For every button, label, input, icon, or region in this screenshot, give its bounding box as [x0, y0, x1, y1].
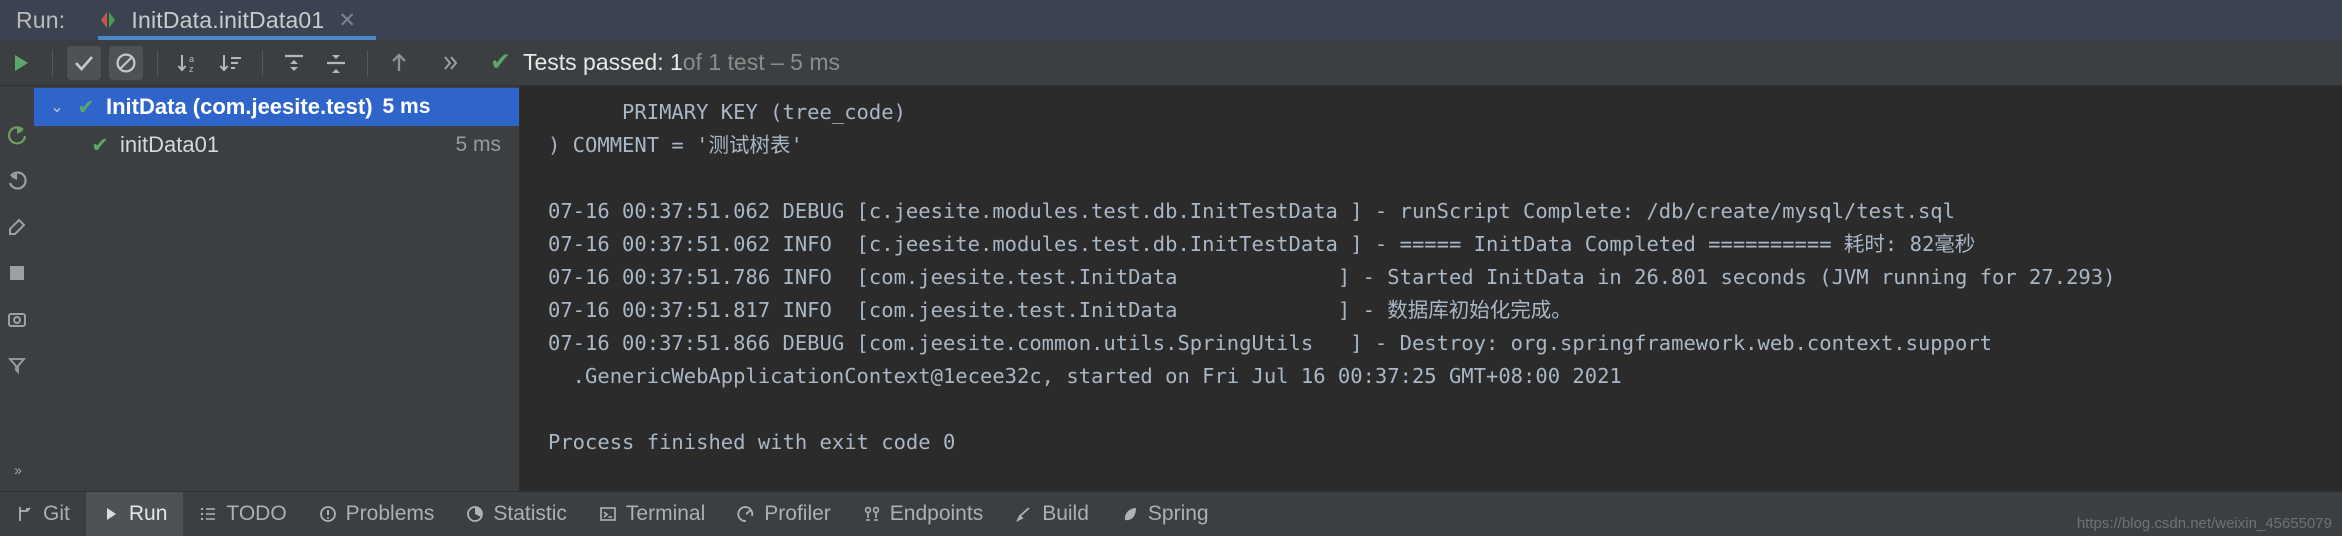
console-line: 07-16 00:37:51.062 DEBUG [c.jeesite.modu…	[548, 199, 1955, 223]
statusbar-tab-label: Run	[128, 502, 168, 525]
previous-failed-test-button[interactable]	[382, 46, 416, 80]
warning-icon	[319, 505, 337, 523]
statusbar-tab-label: Terminal	[625, 502, 706, 525]
test-case-row[interactable]: ✔ initData01 5 ms	[34, 126, 519, 164]
hammer-icon	[1015, 505, 1033, 523]
show-ignored-toggle[interactable]	[109, 45, 143, 80]
list-icon	[199, 505, 217, 523]
active-tab-underline	[98, 36, 376, 40]
statusbar-tab-spring[interactable]: Spring	[1105, 492, 1225, 536]
sort-by-duration-button[interactable]	[214, 46, 248, 80]
status-passed-text: Tests passed: 1	[522, 49, 683, 75]
console-line: .GenericWebApplicationContext@1ecee32c, …	[548, 364, 1622, 388]
console-line: 07-16 00:37:51.866 DEBUG [com.jeesite.co…	[548, 331, 1993, 355]
gauge-icon	[737, 505, 755, 523]
console-line: Process finished with exit code 0	[548, 430, 956, 454]
test-case-label: initData01	[120, 132, 220, 157]
run-window-body: ›› ⌄ ✔ InitData (com.jeesite.test) 5 ms …	[0, 86, 2342, 491]
sort-alphabetically-button[interactable]: az	[172, 46, 206, 80]
statusbar-tab-label: Git	[43, 502, 70, 525]
test-suite-duration: 5 ms	[382, 95, 431, 118]
run-tab-initdata[interactable]: InitData.initData01 ✕	[83, 0, 368, 40]
branch-icon	[16, 505, 34, 523]
show-passed-toggle[interactable]	[67, 45, 101, 80]
bottom-status-bar: Git Run TODO Problems Statistic Terminal…	[0, 491, 2342, 536]
console-output[interactable]: PRIMARY KEY (tree_code) ) COMMENT = '测试树…	[520, 86, 2342, 491]
statusbar-tab-label: TODO	[226, 502, 287, 525]
console-line: 07-16 00:37:51.062 INFO [c.jeesite.modul…	[548, 232, 1976, 256]
left-gutter-toolbar: ››	[0, 86, 34, 491]
svg-text:z: z	[189, 64, 194, 74]
statusbar-tab-label: Statistic	[493, 502, 567, 525]
stop-gutter-icon[interactable]	[4, 260, 30, 286]
statusbar-tab-git[interactable]: Git	[0, 492, 86, 536]
test-case-duration: 5 ms	[455, 133, 501, 156]
leaf-icon	[1121, 505, 1139, 523]
status-check-icon: ✔	[490, 48, 511, 76]
statusbar-tab-endpoints[interactable]: Endpoints	[847, 492, 999, 536]
close-icon[interactable]: ✕	[338, 10, 356, 31]
console-line: 07-16 00:37:51.817 INFO [com.jeesite.tes…	[548, 298, 1572, 322]
statusbar-tab-profiler[interactable]: Profiler	[721, 492, 847, 536]
terminal-icon	[599, 505, 617, 523]
test-passed-icon: ✔	[77, 95, 95, 119]
statusbar-tab-label: Problems	[345, 502, 435, 525]
toolbar-separator	[52, 49, 53, 76]
rerun-failed-gutter-icon[interactable]	[4, 168, 30, 194]
statusbar-tab-label: Spring	[1147, 502, 1209, 525]
toolbar-separator	[157, 49, 158, 76]
rerun-gutter-icon[interactable]	[4, 122, 30, 148]
collapse-all-button[interactable]	[319, 46, 353, 80]
test-runner-toolbar: az ✔ Tests passed: 1 of 1 test – 5 ms	[0, 40, 2342, 86]
status-detail-text: of 1 test – 5 ms	[682, 49, 841, 75]
run-tool-window: Run: InitData.initData01 ✕ az ✔ Tests pa…	[0, 0, 2342, 536]
toolbar-separator	[367, 49, 368, 76]
statusbar-tab-build[interactable]: Build	[999, 492, 1105, 536]
pie-icon	[466, 505, 484, 523]
run-tab-bar: Run: InitData.initData01 ✕	[0, 0, 2342, 40]
statusbar-tab-label: Profiler	[764, 502, 831, 525]
svg-text:a: a	[189, 54, 194, 64]
test-tree: ⌄ ✔ InitData (com.jeesite.test) 5 ms ✔ i…	[34, 86, 520, 491]
test-suite-row[interactable]: ⌄ ✔ InitData (com.jeesite.test) 5 ms	[34, 88, 519, 126]
test-status-line: ✔ Tests passed: 1 of 1 test – 5 ms	[490, 49, 840, 76]
play-icon	[102, 505, 120, 523]
expand-all-button[interactable]	[277, 46, 311, 80]
statusbar-tab-todo[interactable]: TODO	[183, 492, 302, 536]
test-suite-label: InitData (com.jeesite.test)	[106, 94, 373, 119]
run-tab-label: InitData.initData01	[131, 6, 325, 33]
chevron-down-icon[interactable]: ⌄	[42, 97, 72, 117]
statusbar-tab-terminal[interactable]: Terminal	[583, 492, 721, 536]
statusbar-tab-run[interactable]: Run	[85, 492, 184, 536]
statusbar-tab-problems[interactable]: Problems	[303, 492, 451, 536]
toggle-filter-gutter-icon[interactable]	[4, 352, 30, 378]
settings-gutter-icon[interactable]	[4, 214, 30, 240]
statusbar-tab-statistic[interactable]: Statistic	[450, 492, 583, 536]
console-line: PRIMARY KEY (tree_code)	[548, 100, 906, 124]
console-line: ) COMMENT = '测试树表'	[548, 133, 803, 157]
console-line: 07-16 00:37:51.786 INFO [com.jeesite.tes…	[548, 265, 2116, 289]
statusbar-tab-label: Endpoints	[889, 502, 984, 525]
rerun-button[interactable]	[4, 46, 38, 80]
more-options-button[interactable]	[434, 46, 468, 80]
test-passed-icon: ✔	[91, 133, 109, 157]
toolbar-separator	[262, 49, 263, 76]
endpoints-icon	[863, 505, 881, 523]
statusbar-tab-label: Build	[1042, 502, 1089, 525]
run-configuration-icon	[97, 9, 119, 31]
watermark-text: https://blog.csdn.net/weixin_45655079	[2076, 515, 2332, 532]
expand-gutter-icon[interactable]: ››	[14, 462, 22, 479]
screenshot-gutter-icon[interactable]	[4, 306, 30, 332]
run-label: Run:	[16, 6, 66, 33]
